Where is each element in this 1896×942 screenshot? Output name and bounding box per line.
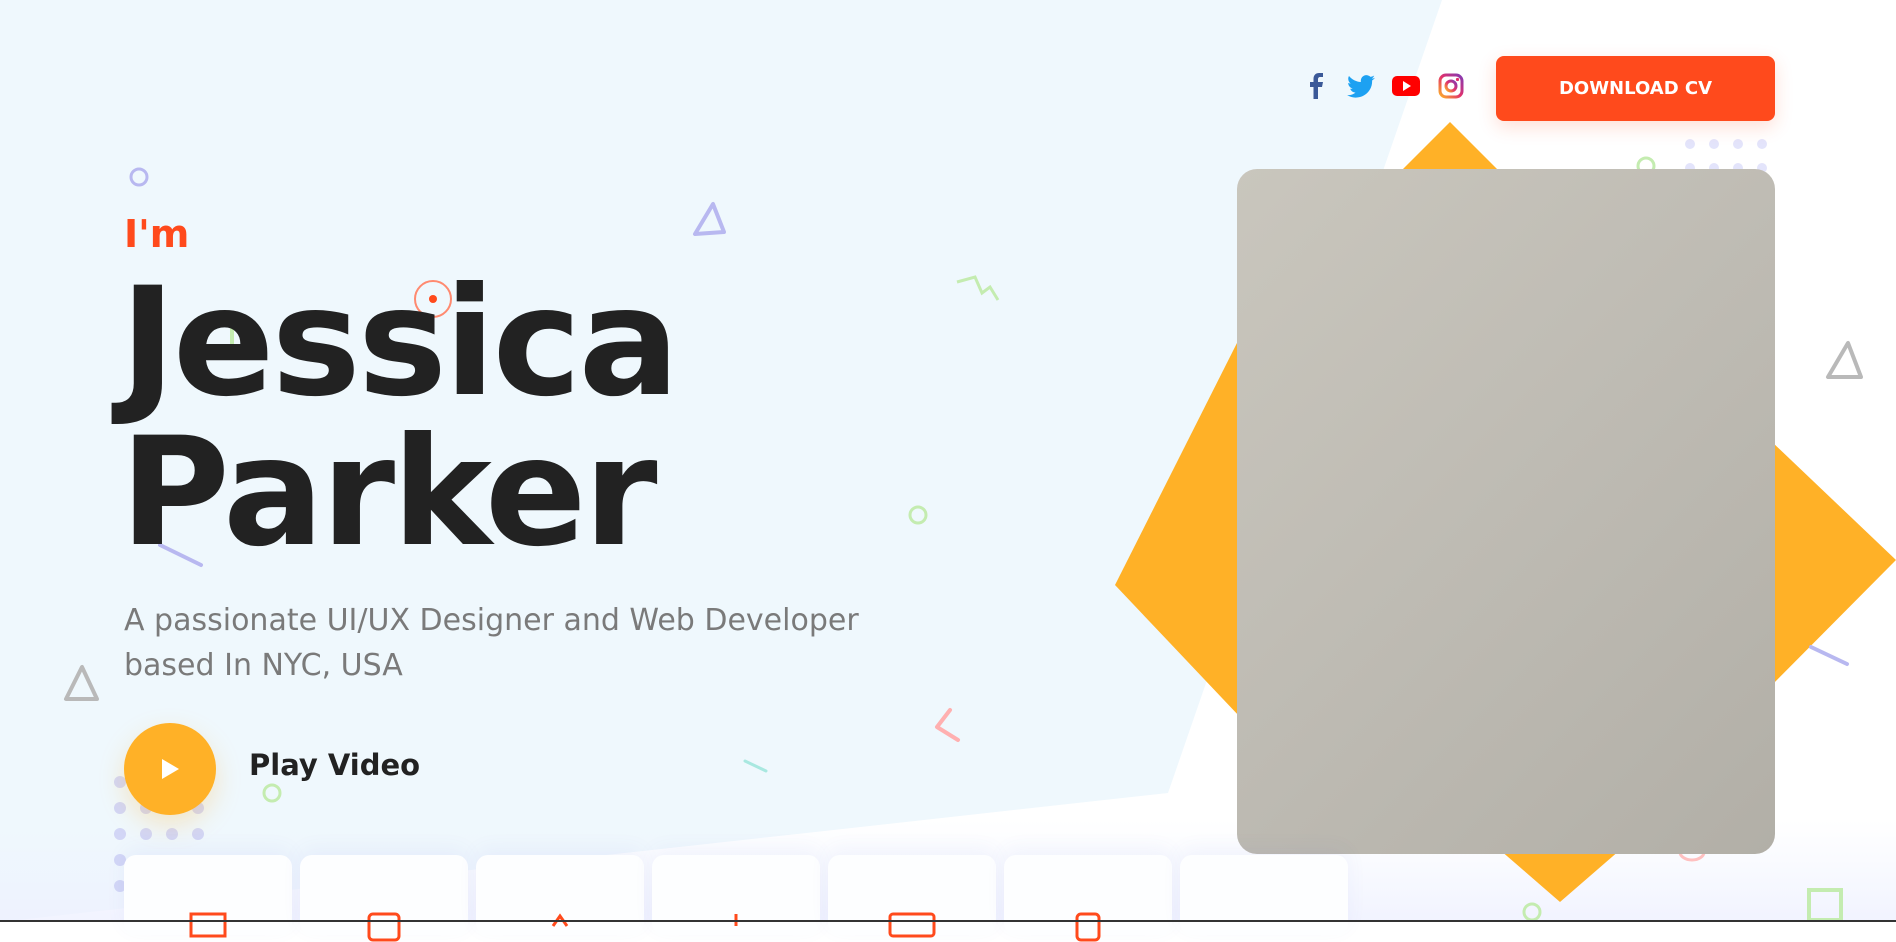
download-cv-button[interactable]: DOWNLOAD CV (1496, 56, 1775, 121)
hero-name: Jessica Parker (120, 256, 680, 580)
monitor-icon (189, 912, 227, 938)
service-card-4[interactable] (652, 855, 820, 935)
last-name: Parker (120, 406, 658, 580)
facebook-icon[interactable] (1302, 72, 1330, 100)
instagram-icon[interactable] (1437, 72, 1465, 100)
play-video-label[interactable]: Play Video (249, 748, 420, 782)
service-card-1[interactable] (124, 855, 292, 938)
service-card-3[interactable] (476, 855, 644, 935)
service-card-5[interactable] (828, 855, 996, 938)
first-name: Jessica (120, 256, 680, 430)
play-video-button[interactable] (124, 723, 216, 815)
profile-photo (1237, 169, 1775, 854)
service-cards (124, 855, 1348, 942)
laptop-icon (888, 912, 936, 938)
twitter-icon[interactable] (1347, 72, 1375, 100)
play-icon (162, 759, 179, 779)
service-card-6[interactable] (1004, 855, 1172, 942)
brush-icon (734, 914, 738, 926)
hero-tagline: A passionate UI/UX Designer and Web Deve… (124, 603, 859, 683)
pen-icon (551, 913, 569, 927)
greeting-text: I'm (124, 212, 190, 256)
service-card-2[interactable] (300, 855, 468, 942)
youtube-icon[interactable] (1392, 72, 1420, 100)
phone-icon (1075, 912, 1101, 942)
tablet-icon (367, 912, 401, 942)
social-links (1302, 72, 1465, 100)
service-card-7[interactable] (1180, 855, 1348, 935)
